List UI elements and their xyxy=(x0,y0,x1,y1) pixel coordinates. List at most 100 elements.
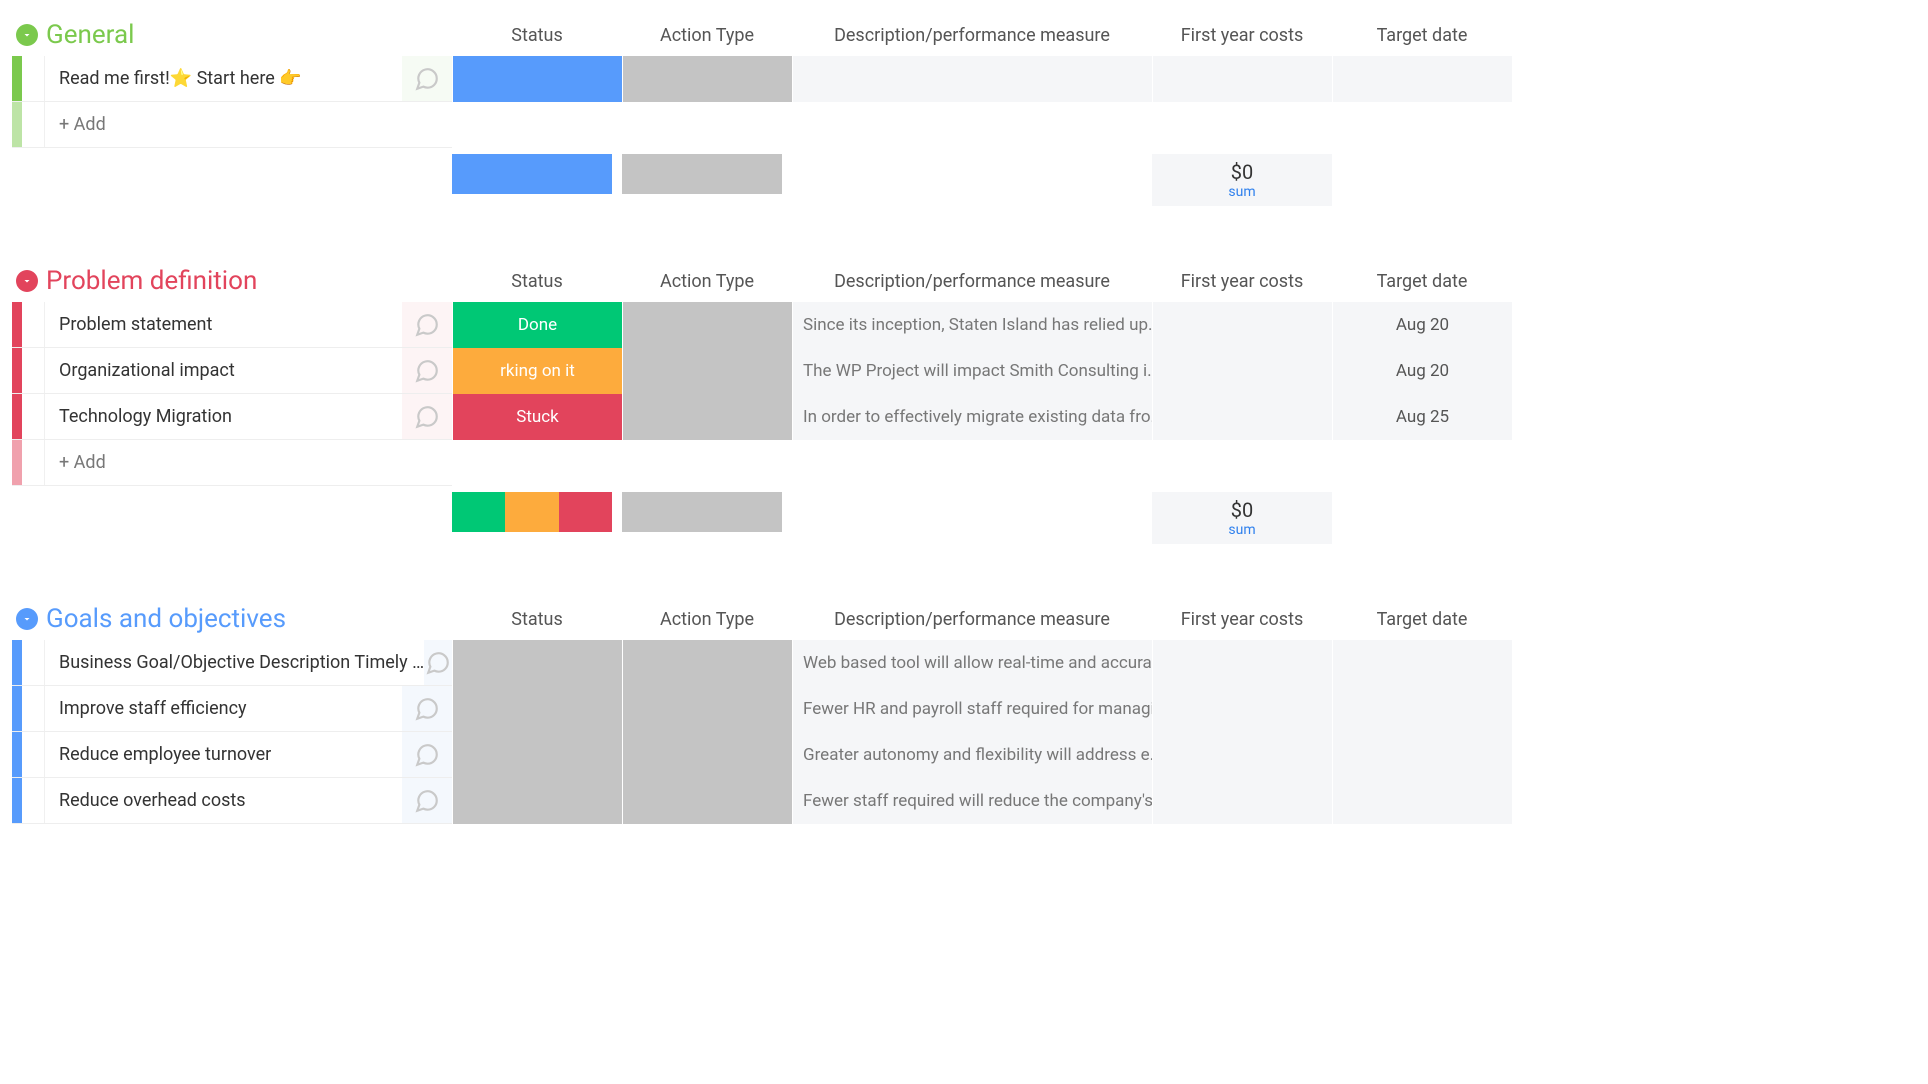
summary-status[interactable] xyxy=(452,492,612,532)
target-date-cell[interactable] xyxy=(1332,778,1512,824)
row-name[interactable]: Read me first!⭐ Start here 👉 xyxy=(59,68,302,89)
chat-icon[interactable] xyxy=(402,348,452,393)
row-name[interactable]: Reduce overhead costs xyxy=(59,790,246,811)
column-header[interactable]: Description/performance measure xyxy=(792,271,1152,292)
summary-action[interactable] xyxy=(622,154,782,194)
status-cell[interactable] xyxy=(452,686,622,732)
action-type-cell[interactable] xyxy=(622,778,792,824)
target-date-cell[interactable]: Aug 25 xyxy=(1332,394,1512,440)
action-type-cell[interactable] xyxy=(622,56,792,102)
target-date-cell[interactable] xyxy=(1332,686,1512,732)
column-header[interactable]: First year costs xyxy=(1152,271,1332,292)
description-cell[interactable]: The WP Project will impact Smith Consult… xyxy=(792,348,1152,394)
action-type-cell[interactable] xyxy=(622,640,792,686)
add-row[interactable]: + Add xyxy=(12,102,1928,148)
target-date-cell[interactable]: Aug 20 xyxy=(1332,348,1512,394)
group-title[interactable]: General xyxy=(46,20,134,50)
row-color-bar xyxy=(12,302,22,347)
collapse-icon[interactable] xyxy=(16,608,38,630)
chat-icon[interactable] xyxy=(424,640,452,685)
row-name[interactable]: Organizational impact xyxy=(59,360,235,381)
description-cell[interactable]: Since its inception, Staten Island has r… xyxy=(792,302,1152,348)
cost-cell[interactable] xyxy=(1152,394,1332,440)
description-cell[interactable]: Fewer staff required will reduce the com… xyxy=(792,778,1152,824)
column-header[interactable]: Target date xyxy=(1332,609,1512,630)
cost-cell[interactable] xyxy=(1152,778,1332,824)
group-header: Problem definition StatusAction TypeDescr… xyxy=(12,266,1928,296)
cost-cell[interactable] xyxy=(1152,56,1332,102)
column-header[interactable]: First year costs xyxy=(1152,25,1332,46)
row-name[interactable]: Problem statement xyxy=(59,314,212,335)
cost-cell[interactable] xyxy=(1152,732,1332,778)
status-cell[interactable] xyxy=(452,56,622,102)
summary-status[interactable] xyxy=(452,154,612,194)
action-type-cell[interactable] xyxy=(622,686,792,732)
status-cell[interactable]: Stuck xyxy=(452,394,622,440)
target-date-cell[interactable] xyxy=(1332,56,1512,102)
row-color-bar xyxy=(12,778,22,823)
summary-cost-label: sum xyxy=(1228,522,1255,538)
column-header[interactable]: Description/performance measure xyxy=(792,25,1152,46)
status-cell[interactable] xyxy=(452,732,622,778)
row-name[interactable]: Technology Migration xyxy=(59,406,232,427)
chat-icon[interactable] xyxy=(402,56,452,101)
column-header[interactable]: Target date xyxy=(1332,25,1512,46)
add-row-label[interactable]: + Add xyxy=(59,452,106,473)
description-cell[interactable]: Web based tool will allow real-time and … xyxy=(792,640,1152,686)
chat-icon[interactable] xyxy=(402,686,452,731)
chat-icon[interactable] xyxy=(402,732,452,777)
table-row: Reduce overhead costs Fewer staff require… xyxy=(12,778,1928,824)
add-row[interactable]: + Add xyxy=(12,440,1928,486)
summary-cost[interactable]: $0sum xyxy=(1152,492,1332,544)
column-header[interactable]: Target date xyxy=(1332,271,1512,292)
description-cell[interactable]: In order to effectively migrate existing… xyxy=(792,394,1152,440)
summary-cost-label: sum xyxy=(1228,184,1255,200)
column-header[interactable]: Action Type xyxy=(622,25,792,46)
description-cell[interactable]: Fewer HR and payroll staff required for … xyxy=(792,686,1152,732)
status-cell[interactable]: Done xyxy=(452,302,622,348)
group-header: Goals and objectives StatusAction TypeDes… xyxy=(12,604,1928,634)
target-date-cell[interactable] xyxy=(1332,732,1512,778)
description-cell[interactable] xyxy=(792,56,1152,102)
column-header[interactable]: Description/performance measure xyxy=(792,609,1152,630)
row-color-bar xyxy=(12,102,22,147)
summary-cost[interactable]: $0sum xyxy=(1152,154,1332,206)
column-header[interactable]: Action Type xyxy=(622,609,792,630)
status-cell[interactable] xyxy=(452,640,622,686)
collapse-icon[interactable] xyxy=(16,24,38,46)
column-header[interactable]: Status xyxy=(452,609,622,630)
column-header[interactable]: First year costs xyxy=(1152,609,1332,630)
row-color-bar xyxy=(12,348,22,393)
cost-cell[interactable] xyxy=(1152,302,1332,348)
column-header[interactable]: Status xyxy=(452,25,622,46)
group-goals: Goals and objectives StatusAction TypeDes… xyxy=(12,604,1928,824)
cost-cell[interactable] xyxy=(1152,640,1332,686)
group-title[interactable]: Goals and objectives xyxy=(46,604,286,634)
row-name[interactable]: Business Goal/Objective Description Time… xyxy=(59,652,424,673)
column-header[interactable]: Action Type xyxy=(622,271,792,292)
row-name[interactable]: Reduce employee turnover xyxy=(59,744,271,765)
table-row: Business Goal/Objective Description Time… xyxy=(12,640,1928,686)
cost-cell[interactable] xyxy=(1152,686,1332,732)
row-name[interactable]: Improve staff efficiency xyxy=(59,698,247,719)
group-title[interactable]: Problem definition xyxy=(46,266,257,296)
chat-icon[interactable] xyxy=(402,394,452,439)
row-color-bar xyxy=(12,732,22,777)
chat-icon[interactable] xyxy=(402,778,452,823)
table-row: Reduce employee turnover Greater autonomy… xyxy=(12,732,1928,778)
add-row-label[interactable]: + Add xyxy=(59,114,106,135)
action-type-cell[interactable] xyxy=(622,302,792,348)
status-cell[interactable] xyxy=(452,778,622,824)
action-type-cell[interactable] xyxy=(622,348,792,394)
cost-cell[interactable] xyxy=(1152,348,1332,394)
target-date-cell[interactable] xyxy=(1332,640,1512,686)
summary-action[interactable] xyxy=(622,492,782,532)
collapse-icon[interactable] xyxy=(16,270,38,292)
status-cell[interactable]: rking on it xyxy=(452,348,622,394)
action-type-cell[interactable] xyxy=(622,732,792,778)
column-header[interactable]: Status xyxy=(452,271,622,292)
chat-icon[interactable] xyxy=(402,302,452,347)
action-type-cell[interactable] xyxy=(622,394,792,440)
target-date-cell[interactable]: Aug 20 xyxy=(1332,302,1512,348)
description-cell[interactable]: Greater autonomy and flexibility will ad… xyxy=(792,732,1152,778)
